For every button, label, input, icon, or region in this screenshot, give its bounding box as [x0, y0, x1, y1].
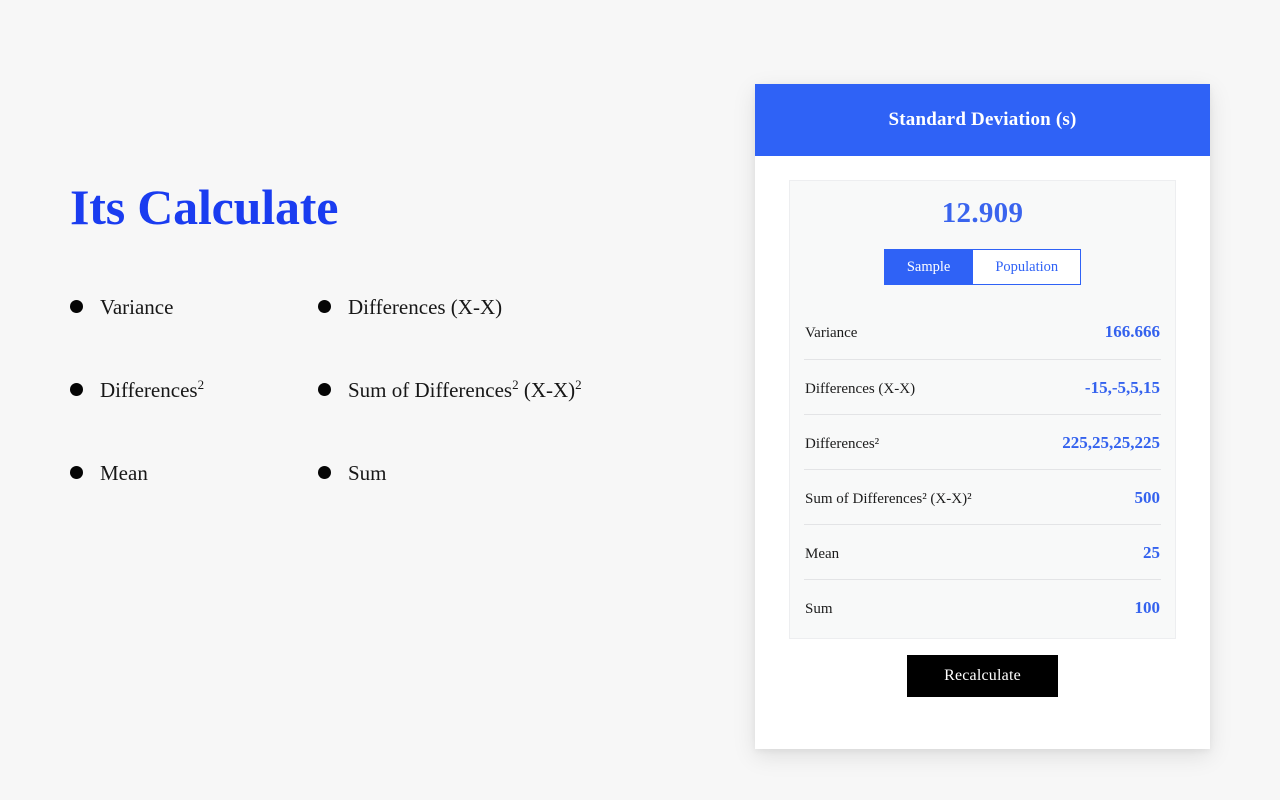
table-row: Sum 100: [804, 579, 1161, 634]
stat-value: -15,-5,5,15: [1084, 378, 1160, 397]
list-item-label: Differences2: [100, 377, 205, 402]
card-body: 12.909 Sample Population Variance 166.66…: [755, 156, 1210, 639]
result-value: 12.909: [941, 197, 1024, 229]
feature-list: Variance Differences (X-X) Differences2 …: [70, 297, 710, 546]
table-row: Differences² 225,25,25,225: [804, 414, 1161, 469]
stat-label: Sum of Differences² (X-X)²: [805, 491, 972, 507]
mode-toggle-group: Sample Population: [804, 249, 1161, 285]
list-item: Variance: [70, 297, 318, 380]
card-header: Standard Deviation (s): [755, 84, 1210, 156]
stats-panel: 12.909 Sample Population Variance 166.66…: [789, 180, 1176, 639]
stat-value: 500: [1134, 488, 1161, 507]
superscript: 2: [575, 377, 582, 392]
stats-table: Variance 166.666 Differences (X-X) -15,-…: [804, 304, 1161, 638]
stat-value: 25: [1143, 543, 1160, 562]
list-item-label: Sum: [348, 461, 387, 485]
list-item: Mean: [70, 463, 318, 546]
toggle-population-button[interactable]: Population: [973, 249, 1082, 285]
list-item-label: Variance: [100, 295, 174, 319]
table-row: Mean 25: [804, 524, 1161, 579]
recalculate-button[interactable]: Recalculate: [907, 655, 1058, 697]
stat-value: 166.666: [1104, 322, 1160, 341]
stat-label: Mean: [805, 546, 840, 562]
toggle-sample-button[interactable]: Sample: [883, 249, 974, 285]
calculator-card: Standard Deviation (s) 12.909 Sample Pop…: [755, 84, 1210, 749]
stat-label: Differences (X-X): [805, 381, 916, 397]
stat-value: 225,25,25,225: [1062, 433, 1160, 452]
card-header-title: Standard Deviation (s): [888, 109, 1077, 130]
stat-label: Variance: [805, 325, 858, 341]
list-item-label: Mean: [100, 461, 148, 485]
stat-label: Differences²: [805, 436, 880, 452]
table-row: Variance 166.666: [804, 304, 1161, 359]
table-row: Sum of Differences² (X-X)² 500: [804, 469, 1161, 524]
bullet-icon: [70, 466, 83, 479]
bullet-icon: [318, 300, 331, 313]
bullet-icon: [70, 383, 83, 396]
list-item-label: Sum of Differences2 (X-X)2: [348, 377, 582, 402]
stat-label: Sum: [805, 601, 833, 617]
bullet-icon: [70, 300, 83, 313]
list-item: Sum of Differences2 (X-X)2: [318, 377, 710, 463]
card-footer: Recalculate: [755, 639, 1210, 749]
bullet-icon: [318, 383, 331, 396]
superscript: 2: [197, 377, 205, 392]
bullet-icon: [318, 466, 331, 479]
page-title: Its Calculate: [70, 179, 339, 235]
left-panel: Its Calculate Variance Differences (X-X)…: [70, 180, 710, 546]
list-item: Differences (X-X): [318, 297, 710, 380]
list-item: Sum: [318, 463, 710, 546]
list-item-label: Differences (X-X): [348, 295, 503, 319]
list-item: Differences2: [70, 377, 318, 463]
stat-value: 100: [1134, 598, 1161, 617]
table-row: Differences (X-X) -15,-5,5,15: [804, 359, 1161, 414]
